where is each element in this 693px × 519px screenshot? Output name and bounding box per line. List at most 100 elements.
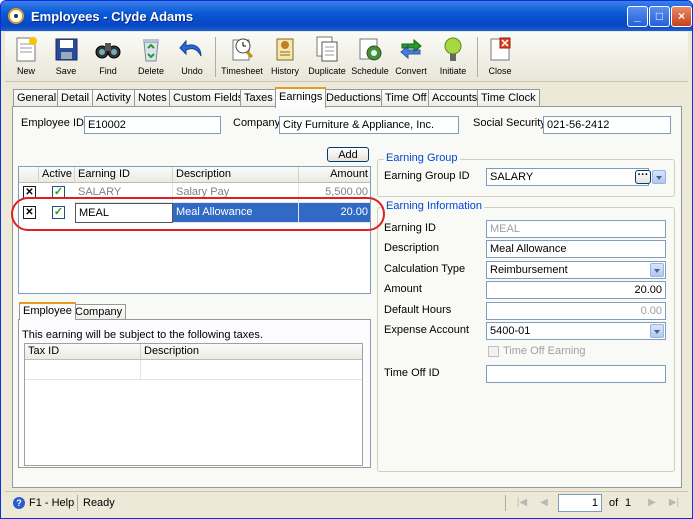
- calc-type-label: Calculation Type: [384, 263, 466, 275]
- earning-id-cell[interactable]: MEAL: [75, 203, 173, 223]
- chevron-down-icon[interactable]: [650, 324, 664, 338]
- earning-group-id-label: Earning Group ID: [384, 170, 470, 182]
- tab-taxes[interactable]: Taxes: [240, 89, 277, 107]
- description-cell: Meal Allowance: [173, 203, 299, 223]
- window-title: Employees - Clyde Adams: [31, 9, 194, 24]
- save-button[interactable]: Save: [49, 34, 83, 80]
- help-icon[interactable]: ?: [13, 497, 25, 509]
- ssn-field[interactable]: 021-56-2412: [543, 116, 671, 134]
- page-number-field[interactable]: 1: [558, 494, 602, 512]
- grid-header-tax-description[interactable]: Description: [141, 344, 362, 360]
- company-field[interactable]: City Furniture & Appliance, Inc.: [279, 116, 459, 134]
- company-label: Company: [233, 117, 281, 129]
- amount-cell: 5,500.00: [299, 183, 370, 203]
- next-page-icon[interactable]: ▶: [645, 496, 659, 510]
- grid-header-tax-id[interactable]: Tax ID: [25, 344, 141, 360]
- ellipsis-lookup-button[interactable]: ···: [635, 170, 651, 184]
- tab-accounts[interactable]: Accounts: [428, 89, 482, 107]
- schedule-button[interactable]: Schedule: [351, 34, 389, 80]
- delete-button[interactable]: Delete: [133, 34, 169, 80]
- ssn-label: Social Security: [473, 117, 546, 129]
- status-text: Ready: [83, 497, 115, 509]
- undo-button[interactable]: Undo: [175, 34, 209, 80]
- subtab-company[interactable]: Company: [71, 304, 127, 320]
- subtab-employee[interactable]: Employee: [19, 302, 76, 320]
- close-button[interactable]: Close: [483, 34, 517, 80]
- expense-account-select[interactable]: 5400-01: [486, 322, 666, 340]
- time-off-earning-label: Time Off Earning: [503, 345, 586, 357]
- delete-row-icon[interactable]: ✕: [23, 186, 36, 199]
- tab-custom-fields[interactable]: Custom Fields: [169, 89, 248, 107]
- grid-header-earning-id[interactable]: Earning ID: [75, 167, 173, 183]
- find-button[interactable]: Find: [91, 34, 125, 80]
- help-hint[interactable]: F1 - Help: [29, 497, 74, 509]
- new-document-icon: [16, 37, 37, 62]
- time-off-id-field[interactable]: [486, 365, 666, 383]
- amount-label: Amount: [384, 283, 422, 295]
- tab-time-off[interactable]: Time Off: [381, 89, 431, 107]
- grid-header-active[interactable]: Active: [39, 167, 75, 183]
- minimize-button[interactable]: _: [627, 6, 648, 27]
- chevron-down-icon[interactable]: [650, 263, 664, 277]
- tab-earnings[interactable]: Earnings: [275, 87, 327, 108]
- duplicate-button[interactable]: Duplicate: [307, 34, 347, 80]
- expense-account-label: Expense Account: [384, 324, 470, 336]
- earnings-panel: Employee ID E10002 Company City Furnitur…: [12, 106, 682, 488]
- grid-header-description[interactable]: Description: [173, 167, 299, 183]
- close-window-button[interactable]: ×: [671, 6, 692, 27]
- delete-row-icon[interactable]: ✕: [23, 206, 36, 219]
- tab-deductions[interactable]: Deductions: [322, 89, 386, 107]
- tax-new-row-cell[interactable]: [141, 360, 362, 380]
- amount-field[interactable]: 20.00: [486, 281, 666, 299]
- add-earning-button[interactable]: Add: [327, 147, 369, 162]
- calc-type-value: Reimbursement: [490, 264, 568, 276]
- tax-new-row-cell[interactable]: [25, 360, 141, 380]
- employee-id-field[interactable]: E10002: [84, 116, 221, 134]
- description-cell: Salary Pay: [173, 183, 299, 203]
- tax-message: This earning will be subject to the foll…: [22, 329, 263, 341]
- tab-general[interactable]: General: [13, 89, 61, 107]
- tab-time-clock[interactable]: Time Clock: [477, 89, 540, 107]
- title-bar[interactable]: Employees - Clyde Adams _ □ ×: [1, 1, 692, 31]
- history-scroll-icon: [276, 38, 294, 61]
- earning-group-box: Earning Group Earning Group ID SALARY ··…: [377, 152, 675, 197]
- toolbar-separator: [215, 37, 216, 77]
- default-hours-label: Default Hours: [384, 304, 452, 316]
- maximize-button[interactable]: □: [649, 6, 670, 27]
- active-checkbox[interactable]: ✓: [52, 206, 65, 219]
- description-field[interactable]: Meal Allowance: [486, 240, 666, 258]
- employee-id-label: Employee ID: [21, 117, 84, 129]
- tax-panel: This earning will be subject to the foll…: [18, 319, 371, 468]
- last-page-icon[interactable]: ▶|: [667, 496, 681, 510]
- earning-id-cell: SALARY: [75, 183, 173, 203]
- employees-window: Employees - Clyde Adams _ □ × New Save F…: [0, 0, 693, 519]
- description-label: Description: [384, 242, 440, 254]
- tab-activity[interactable]: Activity: [92, 89, 135, 107]
- app-icon: [8, 8, 24, 24]
- undo-arrow-icon: [179, 39, 202, 57]
- active-checkbox[interactable]: ✓: [52, 186, 65, 199]
- earning-info-title: Earning Information: [384, 200, 484, 212]
- convert-button[interactable]: Convert: [393, 34, 429, 80]
- chevron-down-icon[interactable]: [652, 170, 666, 184]
- previous-page-icon[interactable]: ◀: [537, 496, 551, 510]
- amount-cell: 20.00: [299, 203, 370, 223]
- calc-type-select[interactable]: Reimbursement: [486, 261, 666, 279]
- earning-id-field: MEAL: [486, 220, 666, 238]
- tab-detail[interactable]: Detail: [57, 89, 94, 107]
- convert-arrows-icon: [400, 38, 422, 60]
- initiate-button[interactable]: Initiate: [435, 34, 471, 80]
- time-off-earning-checkbox[interactable]: [488, 346, 499, 357]
- binoculars-icon: [95, 43, 121, 59]
- toolbar: New Save Find Delete Undo Timesheet Hist…: [5, 32, 688, 82]
- default-hours-field[interactable]: 0.00: [486, 302, 666, 320]
- new-button[interactable]: New: [9, 34, 43, 80]
- history-button[interactable]: History: [269, 34, 301, 80]
- earning-group-id-field[interactable]: SALARY: [486, 168, 649, 186]
- duplicate-document-icon: [316, 36, 338, 62]
- tab-notes[interactable]: Notes: [134, 89, 171, 107]
- grid-header-amount[interactable]: Amount: [299, 167, 370, 183]
- first-page-icon[interactable]: |◀: [515, 496, 529, 510]
- timesheet-button[interactable]: Timesheet: [219, 34, 265, 80]
- save-disk-icon: [55, 38, 78, 61]
